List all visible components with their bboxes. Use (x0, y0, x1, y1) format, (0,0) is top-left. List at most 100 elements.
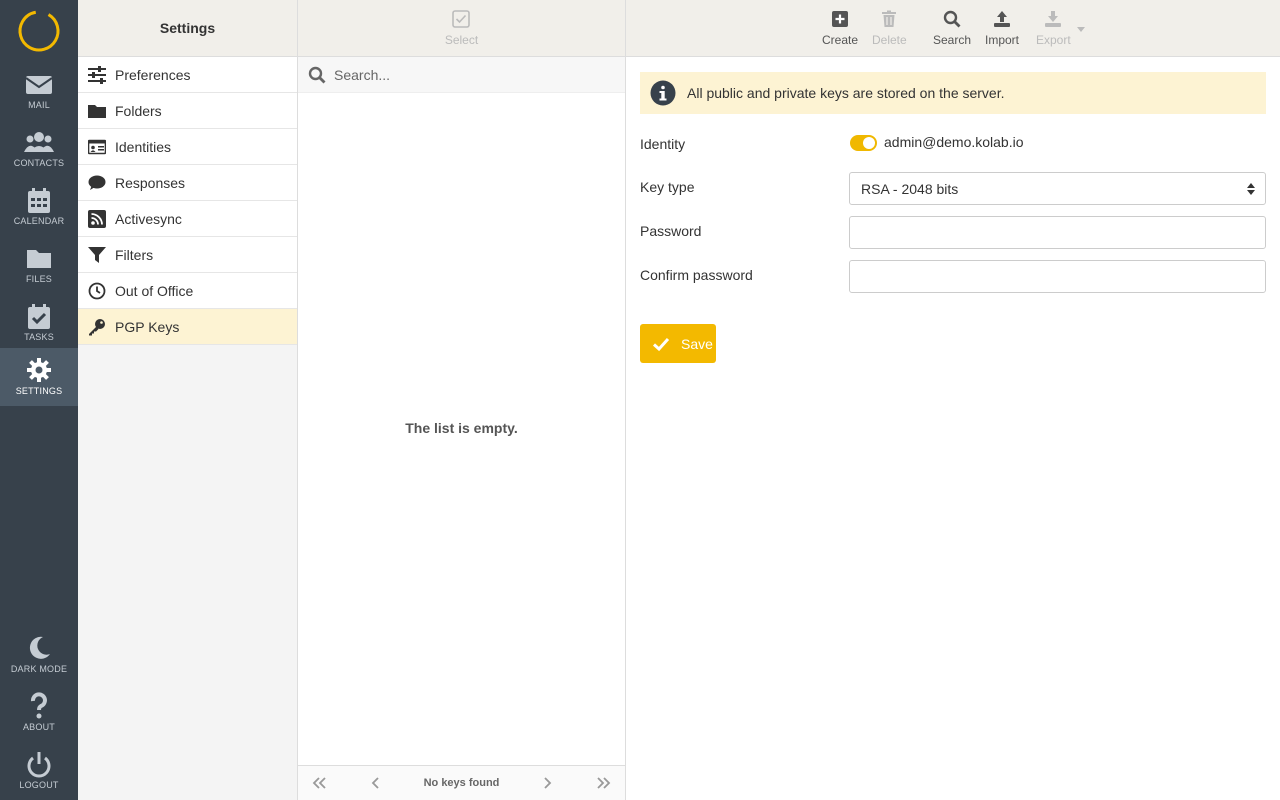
nav-settings[interactable]: SETTINGS (0, 348, 78, 406)
confirm-password-row: Confirm password (640, 260, 1266, 293)
settings-item-label: Identities (115, 138, 172, 155)
info-notice: All public and private keys are stored o… (640, 72, 1266, 114)
upload-icon (994, 11, 1010, 27)
nav-calendar-label: CALENDAR (13, 216, 65, 226)
nav-logout[interactable]: LOGOUT (0, 742, 78, 800)
save-label: Save (681, 335, 713, 352)
nav-about-label: ABOUT (22, 722, 55, 732)
folder-icon (27, 250, 51, 268)
tasks-icon (28, 304, 50, 329)
search-label: Search (933, 33, 972, 47)
search-input[interactable] (334, 66, 594, 83)
filter-icon (88, 246, 106, 263)
create-button[interactable]: Create (822, 10, 858, 47)
identity-value: admin@demo.kolab.io (884, 134, 1024, 150)
nav-contacts-label: CONTACTS (13, 158, 65, 168)
nav-logout-label: LOGOUT (19, 780, 59, 790)
keytype-select[interactable]: RSA - 2048 bits (849, 172, 1266, 205)
confirm-password-label: Confirm password (640, 267, 753, 283)
search-icon[interactable] (308, 66, 326, 84)
calendar-icon (28, 188, 50, 213)
search-button[interactable]: Search (933, 10, 971, 47)
export-button[interactable]: Export (1036, 10, 1071, 47)
identity-label: Identity (640, 136, 686, 152)
list-header: Select (298, 0, 625, 57)
nav-tasks[interactable]: TASKS (0, 294, 78, 352)
list-search (298, 57, 625, 93)
plus-square-icon (832, 11, 849, 27)
key-icon (89, 318, 105, 335)
logo-icon (18, 10, 60, 52)
nav-mail[interactable]: MAIL (0, 62, 78, 120)
settings-item-label: Out of Office (115, 282, 194, 299)
id-card-icon (88, 139, 106, 154)
nav-settings-label: SETTINGS (15, 386, 63, 396)
keytype-value: RSA - 2048 bits (861, 180, 959, 197)
page-count: No keys found (423, 777, 500, 789)
power-icon (27, 752, 51, 778)
password-row: Password (640, 216, 1266, 249)
import-label: Import (985, 33, 1020, 47)
settings-item-identities[interactable]: Identities (78, 129, 297, 165)
password-label: Password (640, 223, 702, 239)
empty-list-message: The list is empty. (405, 420, 518, 436)
moon-icon (29, 636, 50, 659)
select-button[interactable]: Select (444, 9, 479, 47)
export-dropdown-caret-icon[interactable] (1077, 27, 1085, 32)
settings-item-activesync[interactable]: Activesync (78, 201, 297, 237)
next-page-icon[interactable] (538, 774, 556, 792)
nav-contacts[interactable]: CONTACTS (0, 120, 78, 178)
check-icon (652, 337, 670, 351)
settings-sidebar: Settings Preferences Folders Identities … (78, 0, 298, 800)
settings-title: Settings (78, 0, 297, 57)
toolbar: Create Delete Search Import Export (626, 0, 1280, 57)
download-icon (1045, 11, 1062, 27)
select-label: Select (444, 32, 479, 47)
nav-files-label: FILES (25, 274, 52, 284)
export-label: Export (1036, 33, 1071, 47)
previous-page-icon[interactable] (367, 774, 385, 792)
settings-item-out-of-office[interactable]: Out of Office (78, 273, 297, 309)
nav-files[interactable]: FILES (0, 236, 78, 294)
settings-item-filters[interactable]: Filters (78, 237, 297, 273)
select-arrows-icon (1247, 183, 1255, 195)
last-page-icon[interactable] (595, 774, 613, 792)
keys-list-panel: Select The list is empty. No keys found (298, 0, 626, 800)
confirm-password-field[interactable] (849, 260, 1266, 293)
settings-item-preferences[interactable]: Preferences (78, 57, 297, 93)
first-page-icon[interactable] (310, 774, 328, 792)
identity-toggle[interactable] (850, 135, 877, 151)
settings-item-responses[interactable]: Responses (78, 165, 297, 201)
nav-mail-label: MAIL (28, 100, 50, 110)
keytype-label: Key type (640, 179, 695, 195)
password-field[interactable] (849, 216, 1266, 249)
nav-dark-mode[interactable]: DARK MODE (0, 626, 78, 684)
search-icon (943, 10, 961, 28)
notice-text: All public and private keys are stored o… (687, 85, 1005, 101)
keytype-row: Key type RSA - 2048 bits (640, 172, 1266, 205)
save-button[interactable]: Save (640, 324, 716, 363)
folder-icon (88, 104, 106, 118)
settings-item-pgp-keys[interactable]: PGP Keys (78, 309, 297, 345)
import-button[interactable]: Import (985, 10, 1019, 47)
nav-calendar[interactable]: CALENDAR (0, 178, 78, 236)
delete-label: Delete (872, 33, 907, 47)
settings-item-label: Activesync (115, 210, 182, 227)
nav-about[interactable]: ABOUT (0, 684, 78, 742)
settings-item-label: Folders (115, 102, 162, 119)
delete-button[interactable]: Delete (872, 10, 907, 47)
settings-item-folders[interactable]: Folders (78, 93, 297, 129)
create-label: Create (822, 33, 859, 47)
pagination: No keys found (298, 765, 625, 800)
info-icon (650, 80, 676, 106)
settings-item-label: Responses (115, 174, 186, 191)
nav-tasks-label: TASKS (24, 332, 54, 342)
question-icon (31, 692, 47, 719)
check-square-icon (452, 9, 471, 28)
gear-icon (27, 358, 51, 382)
nav-dark-mode-label: DARK MODE (10, 664, 68, 674)
main-navigation: MAIL CONTACTS CALENDAR FILES TASKS SETTI… (0, 0, 78, 800)
settings-item-label: PGP Keys (115, 318, 180, 335)
sliders-icon (88, 65, 106, 84)
identity-row: Identity admin@demo.kolab.io (640, 134, 1266, 155)
